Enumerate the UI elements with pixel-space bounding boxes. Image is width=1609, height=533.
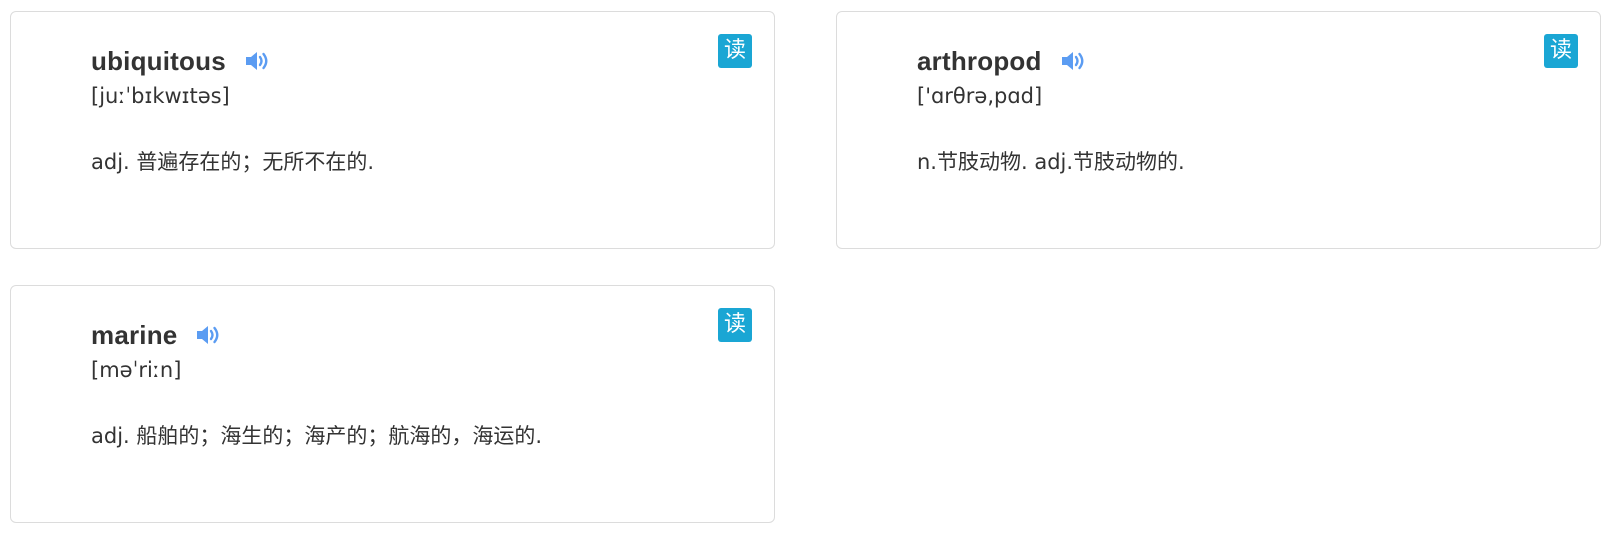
word-header: arthropod: [917, 44, 1088, 78]
word-card-grid: ubiquitous [juːˈbɪkwɪtəs] adj. 普遍存在的；无所不…: [0, 0, 1609, 533]
word-title: marine: [91, 319, 178, 350]
speaker-icon[interactable]: [195, 323, 223, 347]
word-title: ubiquitous: [91, 45, 226, 76]
definition-text: adj. 普遍存在的；无所不在的.: [91, 150, 375, 174]
word-card: marine [məˈriːn] adj. 船舶的；海生的；海产的；航海的，海运…: [10, 285, 775, 523]
speaker-icon[interactable]: [1060, 49, 1088, 73]
word-card: ubiquitous [juːˈbɪkwɪtəs] adj. 普遍存在的；无所不…: [10, 11, 775, 249]
phonetic-text: [juːˈbɪkwɪtəs]: [91, 84, 230, 108]
read-button[interactable]: 读: [1544, 34, 1578, 68]
word-title: arthropod: [917, 45, 1042, 76]
read-button[interactable]: 读: [718, 308, 752, 342]
word-header: marine: [91, 318, 223, 352]
phonetic-text: [məˈriːn]: [91, 358, 182, 382]
word-card: arthropod ['ɑrθrə,pɑd] n.节肢动物. adj.节肢动物的…: [836, 11, 1601, 249]
speaker-icon[interactable]: [244, 49, 272, 73]
phonetic-text: ['ɑrθrə,pɑd]: [917, 84, 1043, 108]
word-header: ubiquitous: [91, 44, 272, 78]
definition-text: n.节肢动物. adj.节肢动物的.: [917, 150, 1185, 174]
read-button[interactable]: 读: [718, 34, 752, 68]
definition-text: adj. 船舶的；海生的；海产的；航海的，海运的.: [91, 424, 543, 448]
